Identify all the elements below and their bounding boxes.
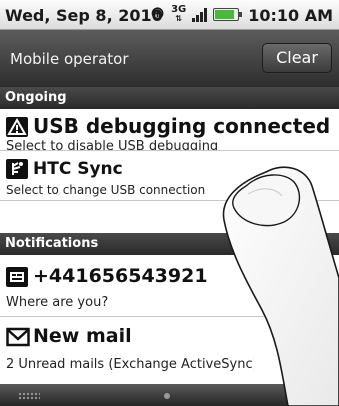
status-icons: ⊕ 3G ⇅ <box>150 3 243 24</box>
notification-title: +441656543921 <box>33 265 208 287</box>
notification-subtitle: Select to change USB connection <box>6 183 206 197</box>
gps-icon: ⊕ <box>150 3 166 24</box>
operator-name: Mobile operator <box>10 50 129 68</box>
status-bar: Wed, Sep 8, 2010 ⊕ 3G ⇅ 10:10 AM <box>0 0 339 30</box>
section-header-ongoing: Ongoing <box>0 87 339 109</box>
clear-button[interactable]: Clear <box>262 43 332 73</box>
notification-item-htc-sync[interactable]: HTC Sync Select to change USB connection <box>0 151 339 201</box>
warning-icon <box>6 117 28 137</box>
notification-time: 17:49 <box>290 357 331 372</box>
battery-fill <box>215 9 235 19</box>
notification-subtitle: Where are you? <box>6 295 109 310</box>
notification-title: USB debugging connected <box>33 114 331 138</box>
operator-bar: Mobile operator Clear <box>0 30 339 87</box>
3g-data-icon: 3G ⇅ <box>171 5 186 23</box>
notification-subtitle: 2 Unread mails (Exchange ActiveSync) <box>6 357 254 372</box>
status-time: 10:10 AM <box>248 6 333 25</box>
grip-right-icon <box>300 392 322 400</box>
grip-left-icon <box>18 392 40 400</box>
notification-subtitle: Select to disable USB debugging <box>6 139 219 151</box>
mail-icon <box>6 327 30 347</box>
signal-strength-icon <box>192 6 208 22</box>
section-header-notifications: Notifications <box>0 233 339 255</box>
notification-item-sms[interactable]: +441656543921 Where are you? 17:0 <box>0 255 339 317</box>
drag-handle-icon[interactable] <box>164 393 170 399</box>
notification-title: New mail <box>33 325 132 347</box>
notification-time: 17:0 <box>264 295 297 310</box>
notification-item-mail[interactable]: New mail 2 Unread mails (Exchange Active… <box>0 317 339 381</box>
sms-icon <box>6 267 28 287</box>
htc-sync-icon <box>6 159 28 179</box>
notification-title: HTC Sync <box>33 159 123 179</box>
notification-drag-bar[interactable] <box>0 384 339 406</box>
battery-icon <box>213 7 243 21</box>
status-date: Wed, Sep 8, 2010 <box>5 6 163 25</box>
data-arrows: ⇅ <box>175 14 183 23</box>
notification-item-usb-debugging[interactable]: USB debugging connected Select to disabl… <box>0 109 339 151</box>
